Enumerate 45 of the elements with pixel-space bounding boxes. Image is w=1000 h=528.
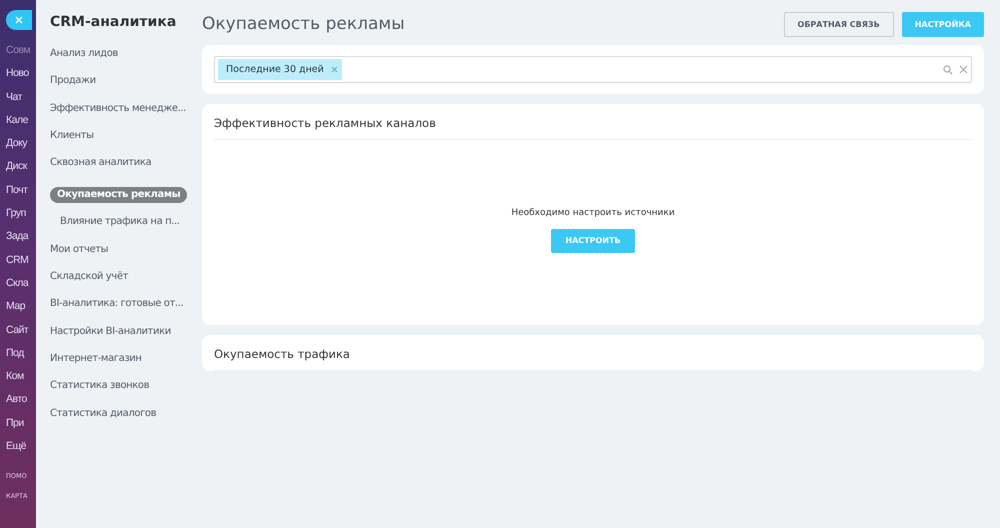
menu-item[interactable]: Ново [0,64,36,88]
menu-item[interactable]: Кале [0,110,36,134]
sidebar-item[interactable]: Настройки BI-аналитики [50,324,171,351]
close-button[interactable] [6,10,32,30]
menu-item[interactable]: Сайт [0,320,36,344]
menu-item[interactable]: CRM [0,250,36,274]
menu-item[interactable]: Доку [0,134,36,158]
sidebar-item[interactable]: Клиенты [50,128,94,156]
page-title: Окупаемость рекламы [202,14,406,34]
search-icon[interactable] [943,64,953,74]
sidebar-item[interactable]: Сквозная аналитика [50,155,152,182]
menu-item[interactable]: Груп [0,204,36,228]
sidebar-item[interactable]: Мои отчеты [50,242,108,270]
filter-tag[interactable]: Последние 30 дней [218,59,342,80]
sidebar-item[interactable]: Влияние трафика на п... [50,214,180,242]
sidebar-item[interactable]: Складской учёт [50,269,128,296]
menu-item[interactable]: Авто [0,390,36,414]
menu-item[interactable]: Ещё [0,437,36,460]
close-icon[interactable] [330,66,338,73]
filter-field[interactable]: Последние 30 дней [214,56,972,83]
sidebar-item[interactable]: Продажи [50,73,96,101]
sidebar-item[interactable]: Статистика диалогов [50,406,156,433]
menu-item[interactable]: Ком [0,367,36,390]
menu-item[interactable]: Мар [0,297,36,321]
menu-item[interactable]: Совм [0,41,36,64]
sidebar-item[interactable]: Статистика звонков [50,378,150,406]
card-title: Окупаемость трафика [214,335,972,371]
sidebar-item[interactable]: Анализ лидов [50,46,118,74]
menu-item[interactable]: При [0,414,36,438]
menu-item[interactable]: Под [0,344,36,368]
menu-item[interactable]: Зада [0,227,36,251]
feedback-button[interactable]: ОБРАТНАЯ СВЯЗЬ [784,12,894,36]
sidebar-item[interactable]: Интернет-магазин [50,350,142,378]
menu-item[interactable]: Почт [0,180,36,204]
clear-icon[interactable] [959,65,968,74]
menu-item[interactable]: Чат [0,88,36,111]
sidebar-item[interactable]: Эффективность менедже... [50,100,186,128]
empty-message: Необходимо настроить источники [511,208,675,218]
card-title: Эффективность рекламных каналов [214,104,972,140]
sidebar-item[interactable]: BI-аналитика: готовые от... [50,296,184,324]
menu-item[interactable]: Диск [0,157,36,181]
menu-item[interactable]: Скла [0,274,36,298]
close-icon [15,16,23,24]
sidebar-item[interactable]: Окупаемость рекламы [50,187,188,204]
sidebar-title: CRM-аналитика [50,14,178,30]
